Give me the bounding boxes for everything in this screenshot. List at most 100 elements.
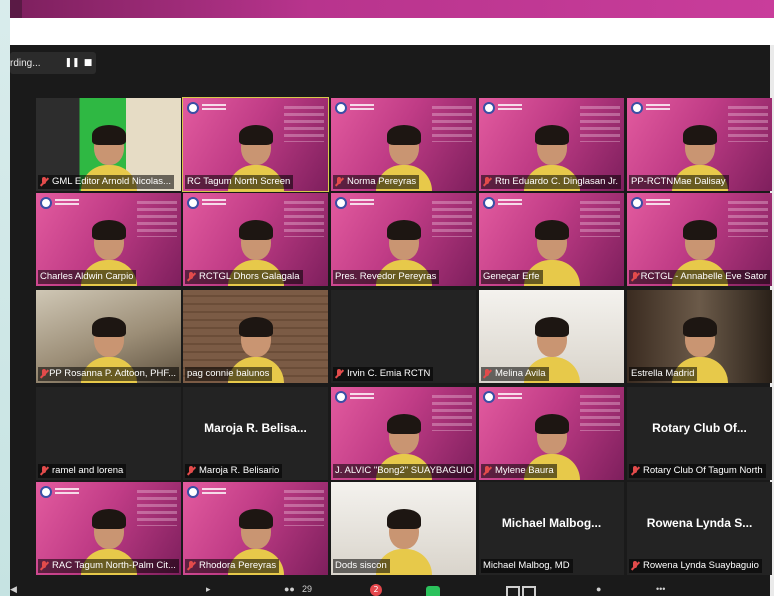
participant-tile[interactable]: PP Rosanna P. Adtoon, PHF... — [36, 290, 181, 383]
participant-name: pag connie balunos — [187, 368, 270, 379]
participant-name: RAC Tagum North-Palm Cit... — [52, 560, 176, 571]
participant-name: Irvin C. Emia RCTN — [347, 368, 431, 379]
rotary-logo-icon — [40, 197, 82, 209]
muted-mic-icon — [631, 465, 640, 477]
rotary-logo-icon — [187, 102, 229, 114]
participant-tile[interactable]: Estrella Madrid — [627, 290, 772, 383]
participant-name-label: Rtn Eduardo C. Dinglasan Jr. — [481, 175, 622, 189]
rotary-logo-icon — [187, 486, 229, 498]
participant-name: Pres. Revedor Pereyras — [335, 271, 437, 282]
share-screen-icon[interactable] — [426, 586, 440, 596]
audio-icon[interactable]: ◀ — [10, 584, 17, 596]
participant-tile[interactable]: Michael Malbog... Michael Malbog, MD — [479, 482, 624, 575]
rotary-logo-icon — [483, 391, 525, 403]
rotary-logo-icon — [483, 102, 525, 114]
participant-tile[interactable]: J. ALVIC "Bong2" SUAYBAGUIO — [331, 387, 476, 480]
participant-tile[interactable]: Dods siscon — [331, 482, 476, 575]
participant-name-label: Rotary Club Of Tagum North — [629, 464, 766, 478]
rotary-logo-icon — [631, 197, 673, 209]
participant-name: Rhodora Pereyras — [199, 560, 277, 571]
participant-name-label: Pres. Revedor Pereyras — [333, 270, 440, 284]
participant-name-label: PP Rosanna P. Adtoon, PHF... — [38, 367, 179, 381]
muted-mic-icon — [40, 465, 49, 477]
participant-name-label: pag connie balunos — [185, 367, 273, 381]
participant-name-label: ramel and lorena — [38, 464, 127, 478]
breakout-icon[interactable] — [522, 586, 536, 596]
pause-icon[interactable]: ❚❚ — [64, 58, 80, 68]
muted-mic-icon — [483, 368, 492, 380]
participant-name-label: Rowena Lynda Suaybaguio — [629, 559, 762, 573]
muted-mic-icon — [40, 560, 49, 572]
participant-tile[interactable]: Pres. Revedor Pereyras — [331, 193, 476, 286]
participant-tile[interactable]: GML Editor Arnold Nicolas... — [36, 98, 181, 191]
muted-mic-icon — [631, 560, 640, 572]
participant-tile[interactable]: RCTGL Dhors Galagala — [183, 193, 328, 286]
participant-name: PP Rosanna P. Adtoon, PHF... — [49, 368, 176, 379]
participant-tile[interactable]: Rowena Lynda S... Rowena Lynda Suaybaguio — [627, 482, 772, 575]
participant-name-label: Charles Aldwin Carpio — [38, 270, 137, 284]
avatar-name: Rowena Lynda S... — [646, 516, 753, 530]
shared-banner — [0, 0, 774, 18]
muted-mic-icon — [40, 176, 49, 188]
muted-mic-icon — [631, 271, 638, 283]
recording-status: rding... — [10, 57, 41, 69]
participant-name: RCTGL Dhors Galagala — [199, 271, 300, 282]
participant-name: Estrella Madrid — [631, 368, 695, 379]
participant-tile[interactable]: Melina Avila — [479, 290, 624, 383]
participant-name-label: RC Tagum North Screen — [185, 175, 294, 189]
participant-tile[interactable]: pag connie balunos — [183, 290, 328, 383]
participant-tile[interactable]: RAC Tagum North-Palm Cit... — [36, 482, 181, 575]
participant-name: RC Tagum North Screen — [187, 176, 291, 187]
participant-name-label: Michael Malbog, MD — [481, 559, 573, 573]
participant-name-label: Dods siscon — [333, 559, 390, 573]
rotary-logo-icon — [631, 102, 673, 114]
participant-tile[interactable]: Rhodora Pereyras — [183, 482, 328, 575]
participant-tile[interactable]: PP-RCTNMae Dalisay — [627, 98, 772, 191]
muted-mic-icon — [483, 465, 492, 477]
muted-mic-icon — [187, 271, 196, 283]
stop-icon[interactable]: ■ — [80, 58, 96, 68]
avatar-name: Rotary Club Of... — [652, 421, 747, 435]
participant-tile[interactable]: RC Tagum North Screen — [182, 97, 329, 192]
participant-tile[interactable]: Irvin C. Emia RCTN — [331, 290, 476, 383]
chat-badge[interactable]: 2 — [370, 584, 382, 596]
participant-name: Michael Malbog, MD — [483, 560, 570, 571]
record-icon[interactable] — [506, 586, 520, 596]
participant-tile[interactable]: Geneçar Erfe — [479, 193, 624, 286]
participant-name-label: Rhodora Pereyras — [185, 559, 280, 573]
rotary-logo-icon — [40, 486, 82, 498]
participant-name-label: PP-RCTNMae Dalisay — [629, 175, 729, 189]
participant-name-label: RCTGL Dhors Galagala — [185, 270, 303, 284]
avatar-name: Michael Malbog... — [501, 516, 602, 530]
rotary-logo-icon — [335, 197, 377, 209]
participant-name: ramel and lorena — [52, 465, 124, 476]
muted-mic-icon — [335, 368, 344, 380]
participant-tile[interactable]: Rtn Eduardo C. Dinglasan Jr. — [479, 98, 624, 191]
participant-tile[interactable]: Mylene Baura — [479, 387, 624, 480]
participants-icon[interactable]: ●● — [284, 584, 295, 596]
participant-tile[interactable]: RCTGL - Annabelle Eve Sator — [627, 193, 772, 286]
meeting-toolbar: ◀ ▸ ●● 29 2 ● ••• — [10, 584, 770, 596]
video-icon[interactable]: ▸ — [206, 584, 211, 596]
rotary-logo-icon — [483, 197, 525, 209]
participant-name-label: Maroja R. Belisario — [185, 464, 283, 478]
muted-mic-icon — [335, 176, 344, 188]
participant-name: Dods siscon — [335, 560, 387, 571]
participant-name: Charles Aldwin Carpio — [40, 271, 134, 282]
participant-name: Norma Pereyras — [347, 176, 417, 187]
participant-tile[interactable]: ramel and lorena — [36, 387, 181, 480]
participant-tile[interactable]: Maroja R. Belisa... Maroja R. Belisario — [183, 387, 328, 480]
reactions-icon[interactable]: ● — [596, 584, 601, 596]
more-icon[interactable]: ••• — [656, 584, 665, 596]
participant-tile[interactable]: Charles Aldwin Carpio — [36, 193, 181, 286]
participant-name: RCTGL - Annabelle Eve Sator — [640, 271, 767, 282]
participant-name-label: GML Editor Arnold Nicolas... — [38, 175, 174, 189]
participant-tile[interactable]: Rotary Club Of... Rotary Club Of Tagum No… — [627, 387, 772, 480]
participant-name: Geneçar Erfe — [483, 271, 540, 282]
muted-mic-icon — [40, 368, 47, 380]
rotary-logo-icon — [335, 391, 377, 403]
rotary-logo-icon — [187, 197, 229, 209]
participant-name: GML Editor Arnold Nicolas... — [52, 176, 171, 187]
participant-name: Rotary Club Of Tagum North — [643, 465, 763, 476]
participant-tile[interactable]: Norma Pereyras — [331, 98, 476, 191]
